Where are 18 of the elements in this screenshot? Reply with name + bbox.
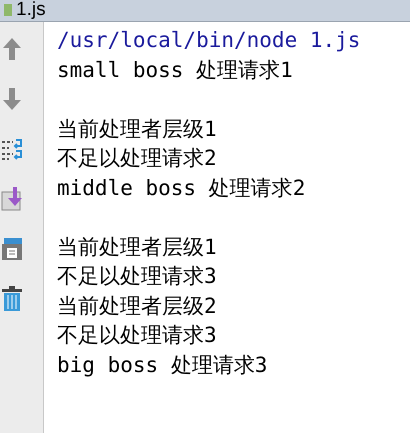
soft-wrap-icon[interactable] [1,136,23,162]
file-icon [4,4,12,16]
console-line: /usr/local/bin/node 1.js [57,27,360,54]
trash-icon[interactable] [1,286,23,312]
file-tab[interactable]: 1.js [4,0,46,19]
console-line: 不足以处理请求3 [57,263,218,290]
console-line: 当前处理者层级1 [57,234,218,260]
console-line: big boss 处理请求3 [57,352,268,378]
console-line: small boss 处理请求1 [57,56,294,84]
console-line: 当前处理者层级2 [57,292,218,320]
console-line: 当前处理者层级1 [57,116,218,142]
scroll-to-end-icon[interactable] [1,186,23,212]
console-line: middle boss 处理请求2 [57,174,306,202]
console-line: 不足以处理请求2 [57,145,218,172]
down-arrow-icon[interactable] [1,86,23,112]
console-line: 不足以处理请求3 [57,322,218,349]
up-arrow-icon[interactable] [1,36,23,62]
print-icon[interactable] [1,236,23,262]
